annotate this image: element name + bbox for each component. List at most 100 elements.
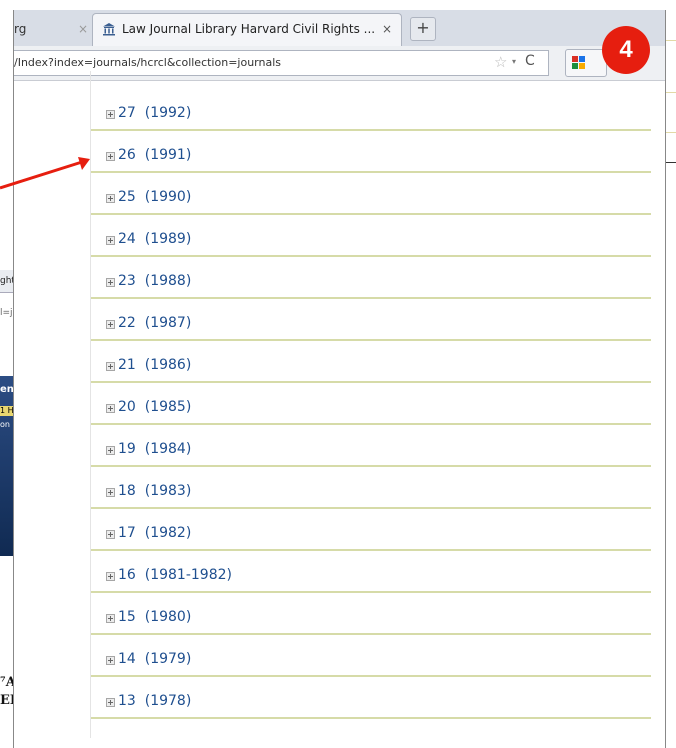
- expand-plus-icon[interactable]: [106, 194, 115, 203]
- expand-plus-icon[interactable]: [106, 320, 115, 329]
- volume-link[interactable]: 21 (1986): [118, 357, 191, 373]
- volume-link[interactable]: 22 (1987): [118, 315, 191, 331]
- volume-link[interactable]: 27 (1992): [118, 105, 191, 121]
- background-header-panel: ents 1 H on: [0, 376, 14, 556]
- volume-link[interactable]: 17 (1982): [118, 525, 191, 541]
- volume-year: (1990): [144, 189, 192, 205]
- tab-active-title: Law Journal Library Harvard Civil Rights…: [122, 22, 376, 36]
- volume-year: (1981-1982): [144, 567, 232, 583]
- expand-plus-icon[interactable]: [106, 698, 115, 707]
- url-dropdown-icon[interactable]: ▾: [512, 57, 516, 66]
- tab-active[interactable]: Law Journal Library Harvard Civil Rights…: [92, 13, 402, 47]
- volume-row: 26 (1991): [91, 143, 651, 173]
- volume-row: 15 (1980): [91, 605, 651, 635]
- volume-year: (1987): [144, 315, 192, 331]
- volume-year: (1991): [144, 147, 192, 163]
- volume-number: 13: [118, 693, 136, 709]
- volume-link[interactable]: 24 (1989): [118, 231, 191, 247]
- volume-number: 24: [118, 231, 136, 247]
- tab-inactive-close-button[interactable]: ×: [78, 14, 88, 44]
- volume-link[interactable]: 15 (1980): [118, 609, 191, 625]
- volume-row: 14 (1979): [91, 647, 651, 677]
- volume-number: 20: [118, 399, 136, 415]
- background-yellow-bar: 1 H: [0, 406, 14, 416]
- volume-number: 19: [118, 441, 136, 457]
- volume-year: (1978): [144, 693, 192, 709]
- tab-inactive[interactable]: rg ×: [14, 14, 91, 46]
- expand-plus-icon[interactable]: [106, 362, 115, 371]
- background-small-text: on: [0, 420, 10, 429]
- expand-plus-icon[interactable]: [106, 404, 115, 413]
- volume-number: 27: [118, 105, 136, 121]
- volume-link[interactable]: 13 (1978): [118, 693, 191, 709]
- expand-plus-icon[interactable]: [106, 530, 115, 539]
- volume-row: 23 (1988): [91, 269, 651, 299]
- volume-link[interactable]: 19 (1984): [118, 441, 191, 457]
- background-top-area: [0, 0, 676, 1]
- bookmark-star-icon[interactable]: ☆: [494, 53, 507, 71]
- search-engine-button[interactable]: [565, 49, 607, 77]
- volume-year: (1982): [144, 525, 192, 541]
- volume-year: (1986): [144, 357, 192, 373]
- volume-link[interactable]: 26 (1991): [118, 147, 191, 163]
- volume-year: (1985): [144, 399, 192, 415]
- volume-row: 24 (1989): [91, 227, 651, 257]
- background-header-text: ents: [0, 384, 14, 395]
- volume-number: 23: [118, 273, 136, 289]
- expand-plus-icon[interactable]: [106, 236, 115, 245]
- new-tab-button[interactable]: +: [410, 17, 436, 41]
- volume-year: (1980): [144, 609, 192, 625]
- volume-row: 19 (1984): [91, 437, 651, 467]
- expand-plus-icon[interactable]: [106, 614, 115, 623]
- volume-link[interactable]: 20 (1985): [118, 399, 191, 415]
- volume-link[interactable]: 23 (1988): [118, 273, 191, 289]
- volume-row: 18 (1983): [91, 479, 651, 509]
- tab-close-button[interactable]: ×: [382, 14, 392, 44]
- volume-number: 14: [118, 651, 136, 667]
- volume-row: 20 (1985): [91, 395, 651, 425]
- volume-year: (1984): [144, 441, 192, 457]
- library-building-icon: [103, 23, 115, 36]
- expand-plus-icon[interactable]: [106, 110, 115, 119]
- volume-number: 22: [118, 315, 136, 331]
- expand-plus-icon[interactable]: [106, 656, 115, 665]
- volume-row: 27 (1992): [91, 101, 651, 131]
- reload-icon[interactable]: C: [525, 53, 535, 69]
- volume-number: 17: [118, 525, 136, 541]
- expand-plus-icon[interactable]: [106, 572, 115, 581]
- tab-inactive-label: rg: [14, 22, 27, 36]
- volume-year: (1983): [144, 483, 192, 499]
- volume-number: 25: [118, 189, 136, 205]
- volume-row: 17 (1982): [91, 521, 651, 551]
- url-text: /Index?index=journals/hcrcl&collection=j…: [14, 56, 281, 69]
- volume-row: 16 (1981-1982): [91, 563, 651, 593]
- volume-row: 25 (1990): [91, 185, 651, 215]
- volume-link[interactable]: 25 (1990): [118, 189, 191, 205]
- navigation-bar: /Index?index=journals/hcrcl&collection=j…: [14, 46, 665, 81]
- volume-number: 26: [118, 147, 136, 163]
- expand-plus-icon[interactable]: [106, 446, 115, 455]
- tab-bar: rg × Law Journal Library Harvard Civil R…: [14, 10, 665, 47]
- volume-link[interactable]: 18 (1983): [118, 483, 191, 499]
- volume-link[interactable]: 14 (1979): [118, 651, 191, 667]
- expand-plus-icon[interactable]: [106, 278, 115, 287]
- background-tab: ghts: [0, 270, 14, 293]
- volume-number: 18: [118, 483, 136, 499]
- volume-year: (1979): [144, 651, 192, 667]
- volume-year: (1988): [144, 273, 192, 289]
- background-url: l=jou: [0, 308, 14, 318]
- volume-number: 21: [118, 357, 136, 373]
- step-number-badge: 4: [602, 26, 650, 74]
- volume-year: (1989): [144, 231, 192, 247]
- expand-plus-icon[interactable]: [106, 488, 115, 497]
- volume-row: 13 (1978): [91, 689, 651, 719]
- red-arrow-annotation: [0, 157, 90, 190]
- volume-row: 21 (1986): [91, 353, 651, 383]
- volume-link[interactable]: 16 (1981-1982): [118, 567, 232, 583]
- address-bar[interactable]: /Index?index=journals/hcrcl&collection=j…: [14, 50, 549, 76]
- expand-plus-icon[interactable]: [106, 152, 115, 161]
- volume-number: 16: [118, 567, 136, 583]
- volume-row: 22 (1987): [91, 311, 651, 341]
- volume-number: 15: [118, 609, 136, 625]
- volume-year: (1992): [144, 105, 192, 121]
